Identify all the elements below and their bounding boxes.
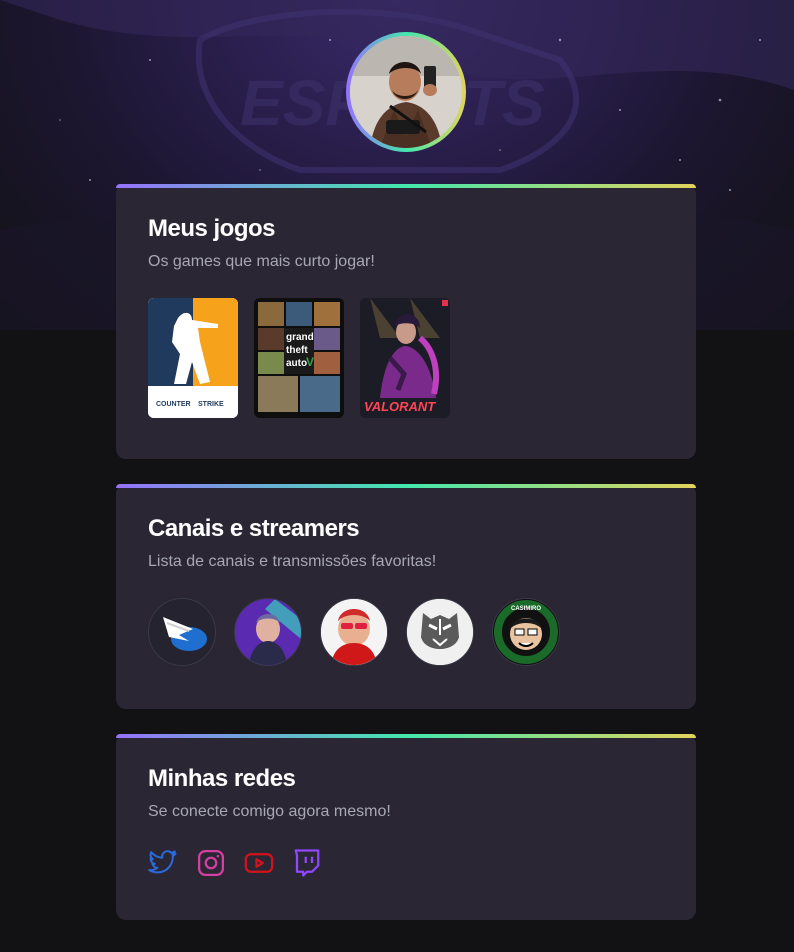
channels-title: Canais e streamers <box>148 515 360 542</box>
valorant-logo-text: VALORANT <box>364 399 436 414</box>
svg-text:V: V <box>306 355 314 369</box>
socials-subtitle: Se conecte comigo agora mesmo! <box>148 803 391 820</box>
game-valorant[interactable]: VALORANT <box>360 298 450 418</box>
casimiro-badge-text: CASIMIRO <box>511 606 541 612</box>
cs-logo-text-2: STRIKE <box>198 401 224 408</box>
twitch-icon[interactable] <box>292 848 322 878</box>
games-card: Meus jogos Os games que mais curto jogar… <box>116 184 696 459</box>
instagram-icon[interactable] <box>196 848 226 878</box>
channels-subtitle: Lista de canais e transmissões favoritas… <box>148 553 437 570</box>
game-gta-v[interactable]: grand theft auto V <box>254 298 344 418</box>
cs-logo-text-1: COUNTER <box>156 401 191 408</box>
avatar <box>350 36 462 148</box>
game-counter-strike[interactable]: COUNTER STRIKE <box>148 298 238 418</box>
socials-card: Minhas redes Se conecte comigo agora mes… <box>116 734 696 920</box>
socials-list <box>148 848 664 878</box>
avatar-ring <box>346 32 466 152</box>
gta-logo-text-3: auto <box>286 358 307 369</box>
gta-logo-text-2: theft <box>286 345 308 356</box>
socials-title: Minhas redes <box>148 765 296 792</box>
channel-avatar-streamer-1[interactable] <box>234 598 302 666</box>
games-subtitle: Os games que mais curto jogar! <box>148 253 375 270</box>
channel-avatar-tiger[interactable] <box>406 598 474 666</box>
youtube-icon[interactable] <box>244 848 274 878</box>
channel-avatar-casimiro[interactable]: CASIMIRO <box>492 598 560 666</box>
games-title: Meus jogos <box>148 215 276 242</box>
channel-avatar-streamer-2[interactable] <box>320 598 388 666</box>
channels-card: Canais e streamers Lista de canais e tra… <box>116 484 696 709</box>
twitter-icon[interactable] <box>148 848 178 878</box>
channel-avatar-wing[interactable] <box>148 598 216 666</box>
channels-list: CASIMIRO <box>148 598 664 666</box>
gta-logo-text-1: grand <box>286 332 314 343</box>
games-list: COUNTER STRIKE grand theft auto V VALORA… <box>148 298 664 418</box>
